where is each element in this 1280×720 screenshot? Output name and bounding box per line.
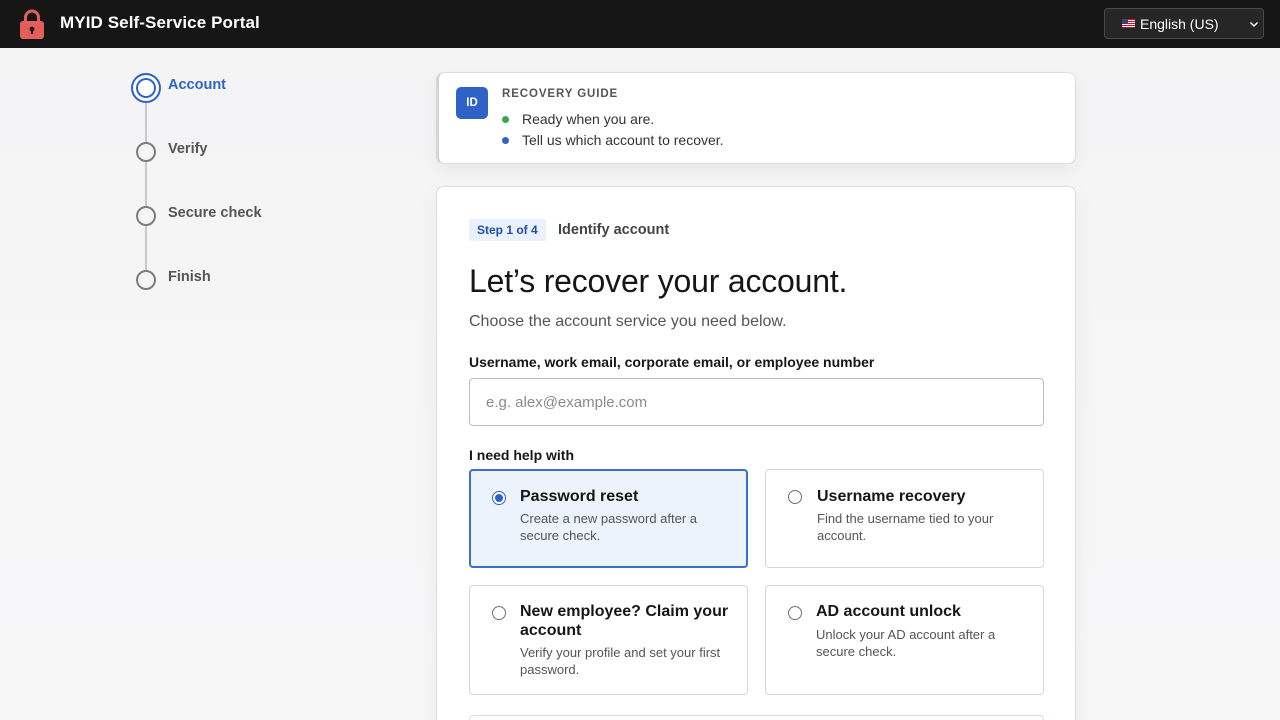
chevron-down-icon	[1250, 22, 1258, 27]
step-label-verify: Verify	[168, 141, 208, 157]
page-title: Let’s recover your account.	[469, 263, 848, 299]
top-bar: MYID Self-Service Portal English (US)	[0, 0, 1280, 48]
option-description: Verify your profile and set your first p…	[520, 645, 721, 677]
step-label-finish: Finish	[168, 269, 211, 285]
step-indicator-verify	[136, 142, 156, 162]
guide-status-line: Ready when you are.	[502, 111, 654, 127]
option-title: Password reset	[520, 488, 639, 505]
guide-line-text: Tell us which account to recover.	[522, 132, 724, 148]
step-connector	[145, 226, 147, 270]
option-username-recovery[interactable]: Username recovery Find the username tied…	[765, 469, 1044, 568]
username-recovery-radio[interactable]	[788, 490, 802, 504]
step-indicator-account	[131, 73, 161, 103]
help-type-label: I need help with	[469, 447, 575, 463]
step-badge: Step 1 of 4	[469, 219, 546, 241]
us-flag-icon	[1122, 19, 1135, 28]
account-id-label: Username, work email, corporate email, o…	[469, 354, 875, 370]
option-description: Create a new password after a secure che…	[520, 511, 698, 543]
recovery-guide-card: ID RECOVERY GUIDE Ready when you are. Te…	[436, 72, 1076, 164]
step-indicator-finish	[136, 270, 156, 290]
option-description: Find the username tied to your account.	[817, 511, 994, 543]
new-employee-radio[interactable]	[492, 606, 506, 620]
step-label-secure-check: Secure check	[168, 205, 262, 221]
option-title: AD account unlock	[816, 603, 961, 620]
status-dot-green	[502, 115, 509, 123]
option-title: New employee? Claim your account	[520, 603, 729, 639]
language-value: English (US)	[1140, 15, 1219, 32]
guide-status-line: Tell us which account to recover.	[502, 132, 724, 148]
recovery-form-card: Step 1 of 4 Identify account Let’s recov…	[436, 186, 1076, 720]
step-name: Identify account	[558, 222, 670, 238]
option-title: Username recovery	[817, 488, 966, 505]
page-subtitle: Choose the account service you need belo…	[469, 313, 787, 330]
lock-icon	[20, 9, 44, 39]
status-dot-blue	[502, 136, 509, 144]
account-id-input[interactable]	[469, 378, 1044, 426]
ad-unlock-radio[interactable]	[788, 606, 802, 620]
option-password-reset[interactable]: Password reset Create a new password aft…	[469, 469, 748, 568]
guide-line-text: Ready when you are.	[522, 111, 655, 127]
password-reset-radio[interactable]	[492, 491, 506, 505]
option-ad-account-unlock[interactable]: AD account unlock Unlock your AD account…	[765, 585, 1044, 695]
step-connector	[145, 103, 147, 143]
option-description: Unlock your AD account after a secure ch…	[816, 627, 996, 659]
option-new-employee[interactable]: New employee? Claim your account Verify …	[469, 585, 748, 695]
app-title: MYID Self-Service Portal	[60, 13, 260, 32]
step-label-account: Account	[168, 77, 226, 93]
language-select[interactable]: English (US)	[1104, 8, 1264, 39]
guide-title: RECOVERY GUIDE	[502, 88, 619, 100]
step-indicator-secure-check	[136, 206, 156, 226]
step-connector	[145, 162, 147, 206]
next-section-panel	[469, 715, 1044, 720]
guide-badge: ID	[456, 87, 488, 119]
